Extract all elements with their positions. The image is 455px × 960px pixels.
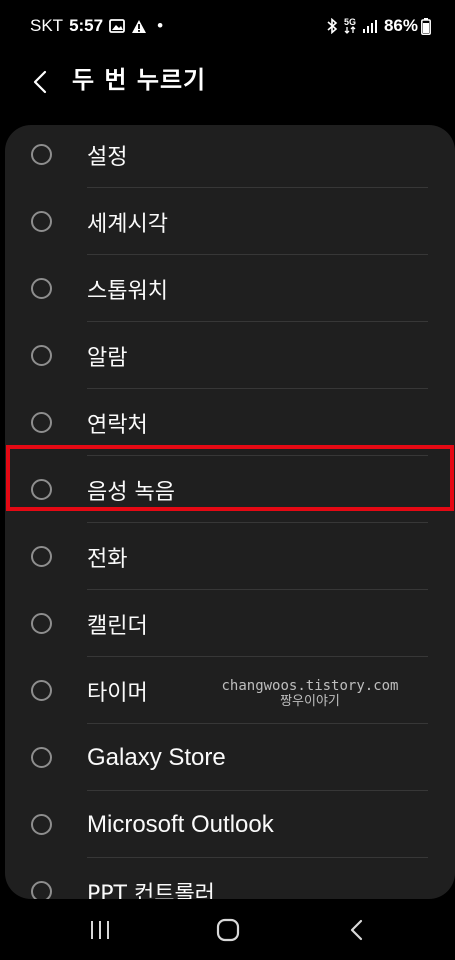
network-5g-icon: 5G bbox=[344, 18, 356, 34]
status-bar: SKT 5:57 • 5G 86% bbox=[0, 0, 455, 54]
page-title: 두 번 누르기 bbox=[72, 66, 207, 94]
recents-button[interactable] bbox=[80, 912, 120, 948]
list-item[interactable]: Galaxy Store bbox=[5, 724, 455, 791]
app-list[interactable]: 설정 세계시각 스톱워치 알람 연락처 음성 녹음 전화 캘린더 타이머 Gal… bbox=[5, 125, 455, 899]
list-item-label: 음성 녹음 bbox=[87, 479, 175, 505]
carrier-label: SKT bbox=[30, 16, 64, 35]
list-item-label: 설정 bbox=[87, 144, 128, 170]
network-label: 5G bbox=[343, 17, 356, 27]
bluetooth-icon bbox=[326, 18, 338, 34]
radio-button[interactable] bbox=[31, 144, 52, 165]
list-item[interactable]: Microsoft Outlook bbox=[5, 791, 455, 858]
watermark-url: changwoos.tistory.com bbox=[221, 678, 399, 694]
radio-button[interactable] bbox=[31, 680, 52, 701]
radio-button[interactable] bbox=[31, 881, 52, 899]
list-item-label: 스톱워치 bbox=[87, 278, 168, 304]
battery-icon bbox=[421, 17, 431, 35]
chevron-left-icon bbox=[33, 70, 47, 94]
list-item-label: Microsoft Outlook bbox=[87, 810, 274, 838]
back-icon bbox=[350, 919, 363, 941]
list-item[interactable]: 스톱워치 bbox=[5, 255, 455, 322]
notification-dot: • bbox=[157, 16, 164, 35]
watermark: changwoos.tistory.com 짱우이야기 bbox=[210, 678, 410, 710]
list-item[interactable]: PPT 컨트롤러 bbox=[5, 858, 455, 899]
navigation-bar bbox=[0, 900, 455, 960]
status-left: SKT 5:57 • bbox=[30, 16, 169, 36]
back-button[interactable] bbox=[22, 64, 58, 100]
list-item-label: 연락처 bbox=[87, 412, 148, 438]
list-item-label: Galaxy Store bbox=[87, 743, 226, 771]
radio-button[interactable] bbox=[31, 814, 52, 835]
home-icon bbox=[216, 918, 240, 942]
list-item[interactable]: 세계시각 bbox=[5, 188, 455, 255]
list-item-label: 전화 bbox=[87, 546, 128, 572]
list-item-label: PPT 컨트롤러 bbox=[87, 881, 215, 900]
watermark-name: 짱우이야기 bbox=[280, 694, 340, 709]
list-item-voice-recorder[interactable]: 음성 녹음 bbox=[5, 456, 455, 523]
list-item[interactable]: 연락처 bbox=[5, 389, 455, 456]
radio-button[interactable] bbox=[31, 747, 52, 768]
list-item-label: 캘린더 bbox=[87, 613, 148, 639]
list-item[interactable]: 전화 bbox=[5, 523, 455, 590]
list-item[interactable]: 알람 bbox=[5, 322, 455, 389]
home-button[interactable] bbox=[208, 912, 248, 948]
app-list-scroll: 설정 세계시각 스톱워치 알람 연락처 음성 녹음 전화 캘린더 타이머 Gal… bbox=[5, 125, 455, 899]
back-nav-button[interactable] bbox=[336, 912, 376, 948]
gallery-icon bbox=[109, 19, 125, 33]
radio-button[interactable] bbox=[31, 412, 52, 433]
list-item[interactable]: 캘린더 bbox=[5, 590, 455, 657]
recents-icon bbox=[91, 921, 109, 939]
list-item-label: 알람 bbox=[87, 345, 128, 371]
app-header: 두 번 누르기 bbox=[0, 54, 455, 110]
battery-percent: 86% bbox=[383, 16, 418, 35]
list-item[interactable]: 설정 bbox=[5, 125, 455, 188]
clock: 5:57 bbox=[69, 16, 104, 35]
radio-button[interactable] bbox=[31, 479, 52, 500]
signal-icon bbox=[362, 19, 378, 34]
list-item-label: 세계시각 bbox=[87, 211, 168, 237]
radio-button[interactable] bbox=[31, 211, 52, 232]
radio-button[interactable] bbox=[31, 345, 52, 366]
status-right: 5G 86% bbox=[320, 16, 431, 36]
radio-button[interactable] bbox=[31, 278, 52, 299]
radio-button[interactable] bbox=[31, 613, 52, 634]
list-item-label: 타이머 bbox=[87, 680, 148, 706]
radio-button[interactable] bbox=[31, 546, 52, 567]
alert-icon bbox=[131, 19, 147, 34]
